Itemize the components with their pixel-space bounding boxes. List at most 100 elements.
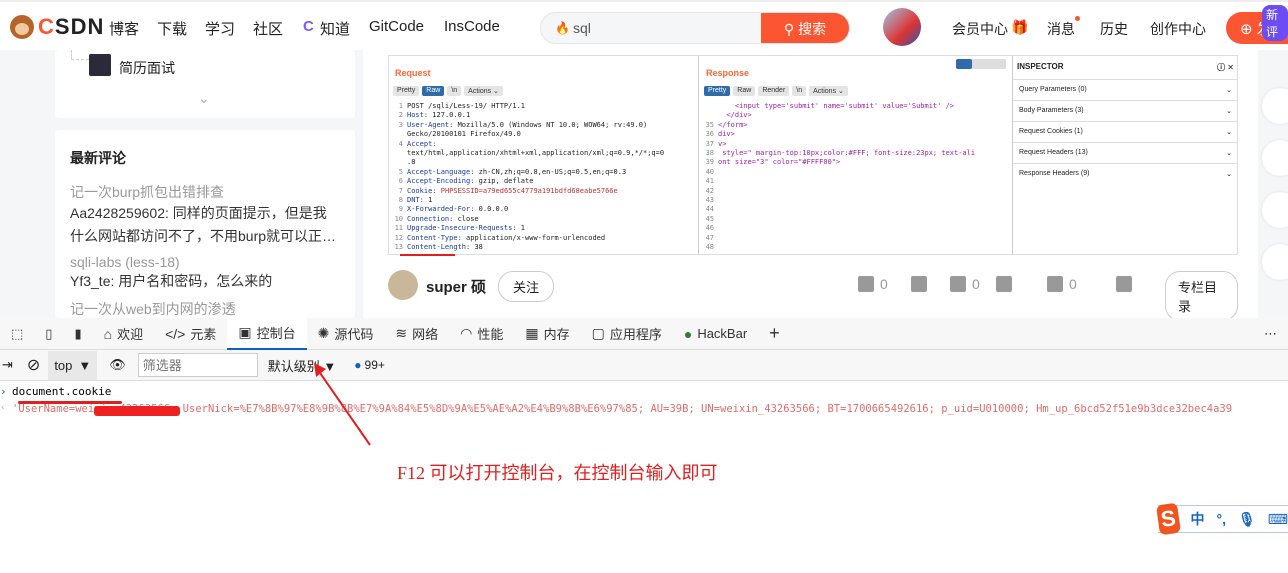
keyboard-icon[interactable]: ⌨ [1268, 511, 1288, 528]
nav-download[interactable]: 下载 [157, 18, 187, 39]
comment-article[interactable]: 记一次burp抓包出错排查 [70, 182, 340, 202]
ime-mode[interactable]: 中 [1191, 509, 1205, 529]
nav-messages[interactable]: 消息 [1047, 19, 1075, 39]
sidebar-toggle-icon[interactable]: ⇥ [2, 357, 13, 373]
column-toc-button[interactable]: 专栏目录 [1165, 271, 1238, 321]
inspector-row[interactable]: Query Parameters (0) ⌄ [1013, 79, 1238, 100]
sogou-logo-icon[interactable]: S [1156, 502, 1181, 536]
clear-console-icon[interactable]: ⊘ [27, 355, 40, 375]
help-close-icons[interactable]: ⓘ ✕ [1217, 62, 1234, 73]
device-emulation-icon[interactable]: ▯ [34, 318, 63, 350]
header-value: POST /sqli/Less-19/ HTTP/1.1 [407, 102, 526, 110]
context-select[interactable]: top ▼ [48, 350, 98, 380]
inspector-row[interactable]: Response Headers (9) ⌄ [1013, 163, 1238, 184]
gauge-icon: ◠ [460, 325, 473, 341]
search-button[interactable]: ⚲ 搜索 [761, 13, 849, 43]
tab-0[interactable]: ⌂ 欢迎 [93, 318, 154, 350]
layout-toggle[interactable] [956, 59, 1006, 69]
live-expression-eye-icon[interactable]: 👁 [109, 357, 126, 373]
tab-label: 应用程序 [609, 327, 662, 342]
red-arrow [314, 363, 371, 446]
tab-7[interactable]: ▢ 应用程序 [581, 318, 673, 350]
nav-blog[interactable]: 博客 [109, 18, 139, 39]
red-underline [400, 254, 455, 256]
tab-2[interactable]: ▣ 控制台 [227, 317, 307, 350]
column-item[interactable]: 简历面试 [119, 58, 175, 78]
app-window-icon: ▢ [591, 325, 605, 341]
burp-response-button[interactable]: Pretty [704, 86, 731, 96]
comment-text: Yf3_te: 用户名和密码，怎么来的 [70, 273, 273, 289]
burp-response-button[interactable]: Actions ⌄ [809, 86, 848, 96]
inspector-row[interactable]: Body Parameters (3) ⌄ [1013, 100, 1238, 121]
console-input-line[interactable]: document.cookie [12, 385, 111, 398]
tab-label: 元素 [190, 327, 217, 342]
monkey-logo-icon [10, 15, 34, 39]
line-number: 4 [398, 139, 403, 148]
response-title: Response [706, 68, 750, 78]
star-icon[interactable] [950, 276, 966, 292]
user-avatar[interactable] [883, 8, 921, 46]
tab-5[interactable]: ◠ 性能 [449, 318, 514, 350]
burp-request-button[interactable]: Actions ⌄ [464, 86, 503, 96]
inspector-row-label: Body Parameters (3) [1019, 107, 1084, 114]
microphone-icon[interactable]: 🎙 [1238, 511, 1256, 528]
code-line: 4 Accept: [389, 140, 664, 149]
more-icon[interactable]: ⋯ [1253, 318, 1288, 350]
header-name: User-Agent: [407, 120, 454, 129]
thumbs-up-icon[interactable] [858, 276, 874, 292]
header-name: Accept: [407, 139, 437, 148]
burp-response-button[interactable]: Raw [733, 86, 756, 96]
reward-yen-icon[interactable] [996, 276, 1012, 292]
comment-article[interactable]: sqli-labs (less-18) [70, 254, 340, 270]
filter-input[interactable] [137, 353, 258, 377]
follow-button[interactable]: 关注 [498, 271, 555, 302]
nav-zhidao[interactable]: 知道 [320, 18, 350, 39]
burp-request-button[interactable]: Pretty [393, 86, 420, 96]
add-tab-icon[interactable]: + [758, 318, 791, 350]
inspector-row[interactable]: Request Headers (13) ⌄ [1013, 142, 1238, 163]
line-number: 36 [705, 130, 714, 139]
wifi-icon: ≋ [395, 325, 408, 341]
comment-icon[interactable] [1047, 276, 1063, 292]
search-input[interactable]: sql [573, 20, 591, 36]
dock-icon[interactable]: ▮ [63, 318, 92, 350]
nav-community[interactable]: 社区 [253, 18, 283, 39]
thumbs-down-icon[interactable] [911, 276, 927, 292]
tab-label: 控制台 [256, 326, 296, 341]
tab-4[interactable]: ≋ 网络 [384, 318, 449, 350]
line-number: 40 [705, 167, 714, 176]
ime-toolbar: S 中 °, 🎙 ⌨ [1156, 502, 1288, 536]
burp-response-button[interactable]: Render [758, 86, 790, 96]
line-number: 38 [705, 149, 714, 158]
tab-3[interactable]: ✺ 源代码 [307, 318, 385, 350]
hackbar-icon: ● [683, 325, 693, 342]
csdn-logo[interactable]: CSDN [10, 14, 104, 40]
column-thumbnail [89, 54, 111, 76]
tab-1[interactable]: </> 元素 [154, 318, 227, 350]
burp-request-button[interactable]: \n [447, 86, 462, 96]
tab-8[interactable]: ● HackBar [673, 318, 758, 350]
chevron-down-icon: ⌄ [1226, 129, 1232, 136]
ime-punct[interactable]: °, [1217, 511, 1227, 527]
tab-6[interactable]: ▦ 内存 [514, 318, 580, 350]
chevron-down-icon[interactable]: ⌄ [198, 90, 210, 107]
context-value: top [54, 357, 73, 373]
favorite-count: 0 [972, 276, 980, 292]
tab-label: 性能 [477, 327, 504, 342]
inspect-icon[interactable]: ⬚ [0, 318, 34, 350]
burp-response-button[interactable]: \n [792, 86, 807, 96]
nav-vip[interactable]: 会员中心 [952, 19, 1008, 39]
red-underline [18, 401, 122, 404]
nav-history[interactable]: 历史 [1100, 19, 1128, 39]
author-avatar[interactable] [388, 270, 418, 300]
chevron-down-icon: ⌄ [1226, 150, 1232, 157]
author-name[interactable]: super 硕 [426, 276, 486, 297]
nav-learn[interactable]: 学习 [205, 18, 235, 39]
nav-gitcode[interactable]: GitCode [369, 18, 424, 35]
nav-creator[interactable]: 创作中心 [1150, 19, 1206, 39]
burp-request-button[interactable]: Raw [422, 86, 445, 96]
share-icon[interactable] [1116, 276, 1132, 292]
nav-inscode[interactable]: InsCode [444, 18, 500, 35]
inspector-row[interactable]: Request Cookies (1) ⌄ [1013, 121, 1238, 142]
comment-article[interactable]: 记一次从web到内网的渗透 [70, 299, 340, 318]
